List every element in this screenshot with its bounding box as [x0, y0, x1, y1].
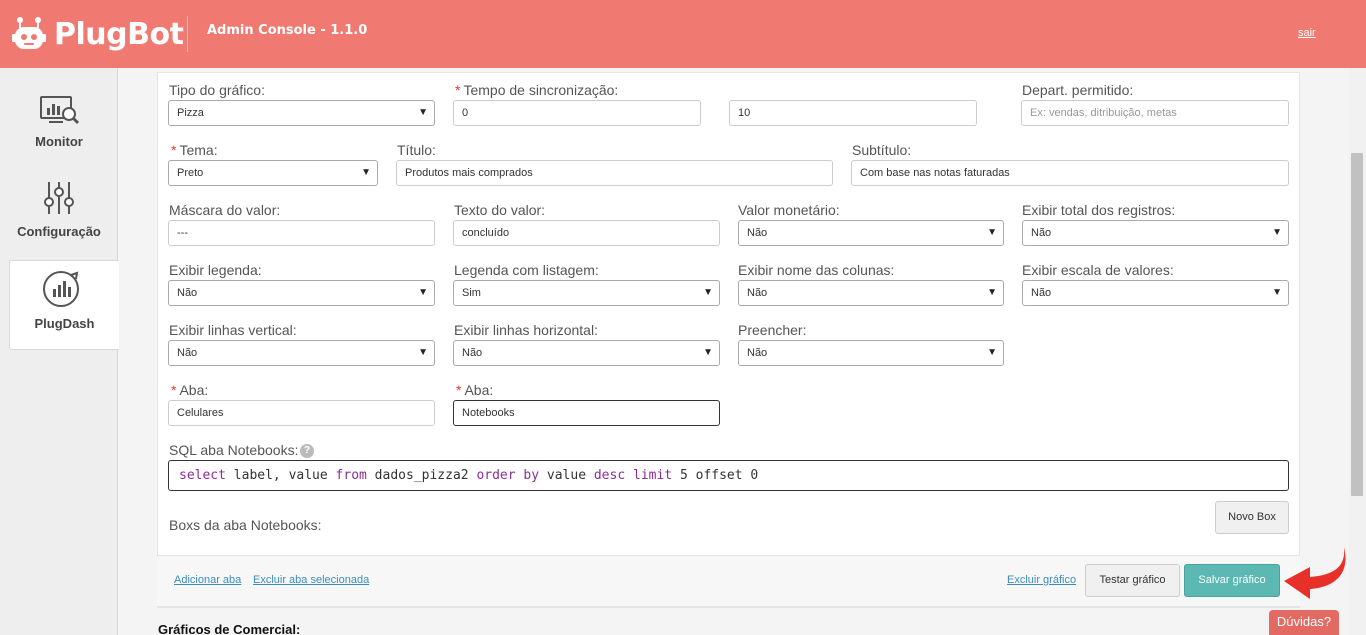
header-divider [187, 16, 188, 52]
sidebar-item-monitor[interactable]: Monitor [0, 68, 118, 158]
chevron-down-icon: ▼ [703, 347, 713, 358]
chevron-down-icon: ▼ [361, 167, 371, 178]
tab2-input[interactable]: Notebooks [453, 400, 720, 426]
title-label: Título: [397, 142, 436, 158]
sync-time-input-2[interactable]: 10 [729, 100, 977, 126]
scrollbar-thumb[interactable] [1351, 153, 1363, 496]
show-col-names-label: Exibir nome das colunas: [738, 262, 895, 278]
legend-list-label: Legenda com listagem: [454, 262, 599, 278]
sidebar-item-label: PlugDash [34, 316, 95, 331]
tab1-input[interactable]: Celulares [168, 400, 435, 426]
chevron-down-icon: ▼ [987, 287, 997, 298]
vertical-lines-label: Exibir linhas vertical: [169, 322, 297, 338]
horizontal-lines-label: Exibir linhas horizontal: [454, 322, 598, 338]
sidebar-item-label: Monitor [35, 134, 83, 149]
theme-label: * Tema: [171, 142, 218, 158]
value-text-label: Texto do valor: [454, 202, 546, 218]
show-legend-select[interactable]: Não ▼ [168, 280, 435, 306]
chevron-down-icon: ▼ [703, 287, 713, 298]
chevron-down-icon: ▼ [987, 347, 997, 358]
fill-select[interactable]: Não ▼ [738, 340, 1004, 366]
show-total-select[interactable]: Não ▼ [1022, 220, 1289, 246]
chevron-down-icon: ▼ [418, 287, 428, 298]
chevron-down-icon: ▼ [1272, 287, 1282, 298]
value-mask-label: Máscara do valor: [169, 202, 281, 218]
sidebar-item-plugdash[interactable]: PlugDash [9, 260, 119, 350]
sync-time-label: * Tempo de sincronização: [455, 82, 619, 98]
red-arrow-icon [1284, 547, 1346, 599]
allowed-dept-label: Depart. permitido: [1022, 82, 1134, 98]
value-text-input[interactable]: concluído [453, 220, 720, 246]
sidebar-item-label: Configuração [17, 224, 101, 239]
sidebar: Monitor Configuração PlugDash [0, 68, 119, 635]
title-input[interactable]: Produtos mais comprados [396, 160, 833, 186]
subtitle-label: Subtítulo: [852, 142, 912, 158]
app-title: Admin Console - 1.1.0 [207, 23, 368, 38]
delete-chart-link[interactable]: Excluir gráfico [1007, 574, 1076, 586]
show-col-names-select[interactable]: Não ▼ [738, 280, 1004, 306]
show-total-label: Exibir total dos registros: [1022, 202, 1176, 218]
logout-link[interactable]: sair [1298, 27, 1316, 39]
add-tab-link[interactable]: Adicionar aba [174, 574, 241, 586]
help-button[interactable]: Dúvidas? [1269, 610, 1339, 635]
show-scale-select[interactable]: Não ▼ [1022, 280, 1289, 306]
show-legend-label: Exibir legenda: [169, 262, 262, 278]
show-scale-label: Exibir escala de valores: [1022, 262, 1174, 278]
app-header: PlugBot Admin Console - 1.1.0 sair [0, 0, 1366, 68]
sidebar-item-configuracao[interactable]: Configuração [0, 160, 118, 250]
brand-logo[interactable]: PlugBot [12, 14, 184, 54]
boxes-label: Boxs da aba Notebooks: [169, 517, 322, 533]
monitor-icon [40, 96, 79, 125]
section-title: Gráficos de Comercial: [158, 622, 301, 635]
sql-editor[interactable]: select label, value from dados_pizza2 or… [168, 460, 1289, 491]
chart-type-label: Tipo do gráfico: [169, 82, 265, 98]
delete-tab-link[interactable]: Excluir aba selecionada [253, 574, 369, 586]
test-chart-button[interactable]: Testar gráfico [1085, 564, 1180, 597]
dashboard-icon [43, 271, 79, 307]
theme-select[interactable]: Preto ▼ [168, 160, 378, 186]
chart-type-select[interactable]: Pizza ▼ [168, 100, 435, 126]
robot-icon [12, 17, 46, 49]
chevron-down-icon: ▼ [987, 227, 997, 238]
brand-name: PlugBot [54, 16, 184, 52]
chevron-down-icon: ▼ [418, 107, 428, 118]
new-box-button[interactable]: Novo Box [1215, 501, 1289, 534]
sync-time-input[interactable]: 0 [453, 100, 701, 126]
vertical-lines-select[interactable]: Não ▼ [168, 340, 435, 366]
monetary-label: Valor monetário: [738, 202, 840, 218]
tab2-label: * Aba: [456, 382, 494, 398]
subtitle-input[interactable]: Com base nas notas faturadas [851, 160, 1289, 186]
fill-label: Preencher: [738, 322, 807, 338]
chevron-down-icon: ▼ [1272, 227, 1282, 238]
horizontal-lines-select[interactable]: Não ▼ [453, 340, 720, 366]
monetary-select[interactable]: Não ▼ [738, 220, 1004, 246]
chevron-down-icon: ▼ [418, 347, 428, 358]
sql-label: SQL aba Notebooks: [169, 442, 299, 458]
help-icon[interactable]: ? [300, 444, 314, 458]
sliders-icon [44, 182, 74, 214]
legend-list-select[interactable]: Sim ▼ [453, 280, 720, 306]
value-mask-input[interactable]: --- [168, 220, 435, 246]
tab1-label: * Aba: [171, 382, 209, 398]
allowed-dept-input[interactable]: Ex: vendas, ditribuição, metas [1021, 100, 1289, 126]
save-chart-button[interactable]: Salvar gráfico [1184, 564, 1280, 597]
